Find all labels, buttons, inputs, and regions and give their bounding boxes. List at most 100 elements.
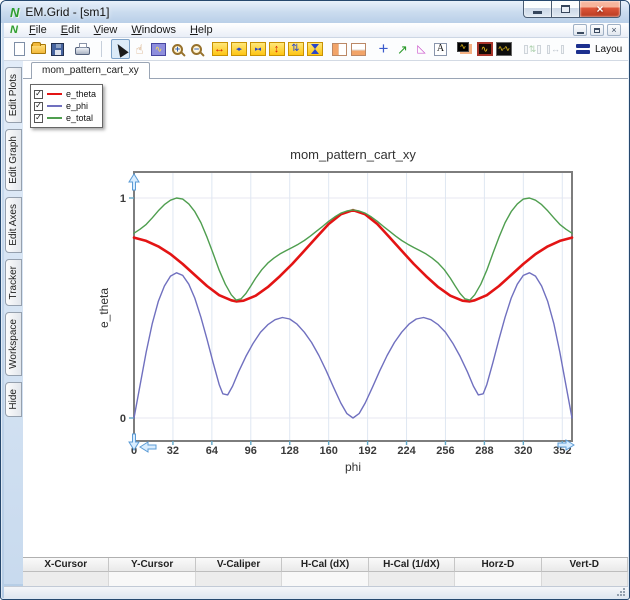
x-tick-label: 96 [245, 445, 257, 457]
legend-item-e_theta: ✓ e_theta [34, 88, 96, 100]
status-column-h-cal-dx-: H-Cal (dX) [282, 558, 369, 572]
app-window: N EM.Grid - [sm1] × N File Edit View Win… [0, 0, 630, 600]
legend-checkbox-e_total[interactable]: ✓ [34, 113, 43, 123]
menu-view[interactable]: View [87, 24, 125, 36]
axis-pan-up-arrow-icon[interactable] [128, 173, 140, 191]
legend-checkbox-e_phi[interactable]: ✓ [34, 101, 43, 111]
save-icon[interactable] [48, 39, 67, 59]
sidebar-tab-edit-plots[interactable]: Edit Plots [5, 67, 22, 124]
status-value-cell [195, 572, 283, 587]
chart-title: mom_pattern_cart_xy [290, 147, 416, 162]
expand-y-icon[interactable]: ↕ [267, 39, 286, 59]
minimize-button[interactable] [523, 1, 552, 18]
pan-y-icon[interactable]: ⇅ [286, 39, 305, 59]
pan-hand-icon[interactable]: ☝ [130, 39, 149, 59]
status-bar [4, 586, 628, 598]
zoom-in-icon[interactable]: + [168, 39, 187, 59]
status-column-vert-d: Vert-D [541, 558, 628, 572]
x-tick-label: 256 [436, 445, 454, 457]
cursor-readout-table: X-Cursor Y-Cursor V-Caliper H-Cal (dX) H-Cal… [23, 557, 628, 587]
status-value-cell [368, 572, 456, 587]
plot-window-icon[interactable]: ∿ [475, 39, 494, 59]
status-value-cell [282, 572, 369, 587]
menu-bar: N File Edit View Windows Help × [4, 23, 628, 38]
copy-plot-icon[interactable]: ∿ [456, 39, 475, 59]
x-tick-label: 320 [514, 445, 532, 457]
x-axis-label: phi [345, 460, 361, 474]
tab-mom-pattern-cart-xy[interactable]: mom_pattern_cart_xy [31, 62, 150, 79]
equalize-vertical-icon: ⇅ [523, 39, 542, 59]
legend-checkbox-e_theta[interactable]: ✓ [34, 89, 43, 99]
open-file-icon[interactable] [29, 39, 48, 59]
status-value-cell [541, 572, 628, 587]
legend-label: e_theta [66, 89, 97, 99]
mdi-close-button[interactable]: × [607, 24, 621, 36]
close-button[interactable]: × [579, 1, 621, 18]
legend-label: e_phi [66, 101, 89, 111]
legend-item-e_phi: ✓ e_phi [34, 100, 96, 112]
shrink-y-icon[interactable] [305, 39, 324, 59]
zoom-box-icon[interactable]: ∿ [149, 39, 168, 59]
new-document-icon[interactable] [10, 39, 29, 59]
title-bar: N EM.Grid - [sm1] × [1, 1, 629, 23]
multi-plot-icon[interactable]: ∿∿ [494, 39, 513, 59]
document-tab-bar: mom_pattern_cart_xy [23, 61, 628, 79]
series-e_phi [133, 272, 573, 419]
legend-line-sample [47, 105, 62, 107]
axis-pan-left-arrow-icon[interactable] [139, 441, 157, 453]
legend-line-sample [47, 117, 62, 119]
status-column-h-cal-1-dx-: H-Cal (1/dX) [368, 558, 456, 572]
sidebar-tab-hide[interactable]: Hide [5, 382, 22, 417]
resize-grip[interactable] [616, 587, 626, 597]
split-columns-icon[interactable] [330, 39, 349, 59]
sidebar-tab-workspace[interactable]: Workspace [5, 312, 22, 377]
pan-x-icon[interactable]: ◂▸ [229, 39, 248, 59]
pointer-tool-icon[interactable] [111, 39, 130, 59]
split-rows-icon[interactable] [349, 39, 368, 59]
menu-file[interactable]: File [22, 24, 54, 36]
menu-windows[interactable]: Windows [124, 24, 183, 36]
y-axis-label: e_theta [97, 288, 111, 328]
zoom-out-icon[interactable]: − [187, 39, 206, 59]
maximize-button[interactable] [552, 1, 579, 18]
menu-edit[interactable]: Edit [54, 24, 87, 36]
y-tick-label: 1 [120, 193, 126, 205]
toolbar: ☝ ∿ + − ↔ ◂▸ ▸◂ ↕ ⇅ + ↗ ◺ A ∿ ∿ ∿∿ ⇅ ↔ Layou [4, 38, 628, 61]
x-tick-label: 224 [397, 445, 416, 457]
status-column-y-cursor: Y-Cursor [109, 558, 196, 572]
add-marker-icon[interactable]: + [374, 39, 393, 59]
series-e_total [133, 197, 573, 301]
layout-icon[interactable] [573, 39, 592, 59]
legend-line-sample [47, 93, 62, 95]
mdi-restore-button[interactable] [590, 24, 604, 36]
x-tick-label: 192 [358, 445, 376, 457]
window-title: EM.Grid - [sm1] [25, 5, 110, 19]
menu-help[interactable]: Help [183, 24, 220, 36]
text-annotation-icon[interactable]: A [431, 39, 450, 59]
chart-canvas: 0 32 64 96 128 160 192 224 256 288 320 35201mom_pat… [97, 147, 575, 474]
x-tick-label: 128 [281, 445, 299, 457]
x-tick-label: 64 [206, 445, 219, 457]
sidebar-tab-tracker[interactable]: Tracker [5, 258, 22, 307]
status-column-horz-d: Horz-D [455, 558, 542, 572]
toolbar-separator [92, 39, 111, 59]
status-column-x-cursor: X-Cursor [23, 558, 110, 572]
print-icon[interactable] [73, 39, 92, 59]
sidebar-tab-edit-axes[interactable]: Edit Axes [5, 197, 22, 253]
legend-item-e_total: ✓ e_total [34, 112, 96, 124]
plot-legend: ✓ e_theta ✓ e_phi ✓ e_total [30, 84, 104, 128]
expand-x-icon[interactable]: ↔ [210, 39, 229, 59]
legend-label: e_total [66, 113, 94, 123]
axes-tool-icon[interactable]: ↗ [393, 39, 412, 59]
plot-border [133, 171, 573, 442]
series-e_theta [132, 208, 574, 303]
layout-label[interactable]: Layou [595, 44, 622, 55]
sidebar-tab-edit-graph[interactable]: Edit Graph [5, 129, 22, 192]
sidebar-tab-strip: Edit Plots Edit Graph Edit Axes Tracker Work… [4, 61, 23, 584]
status-value-cell [455, 572, 542, 587]
angle-tool-icon[interactable]: ◺ [412, 39, 431, 59]
equalize-horizontal-icon: ↔ [546, 39, 565, 59]
shrink-x-icon[interactable]: ▸◂ [248, 39, 267, 59]
status-value-cell [109, 572, 196, 587]
mdi-minimize-button[interactable] [573, 24, 587, 36]
